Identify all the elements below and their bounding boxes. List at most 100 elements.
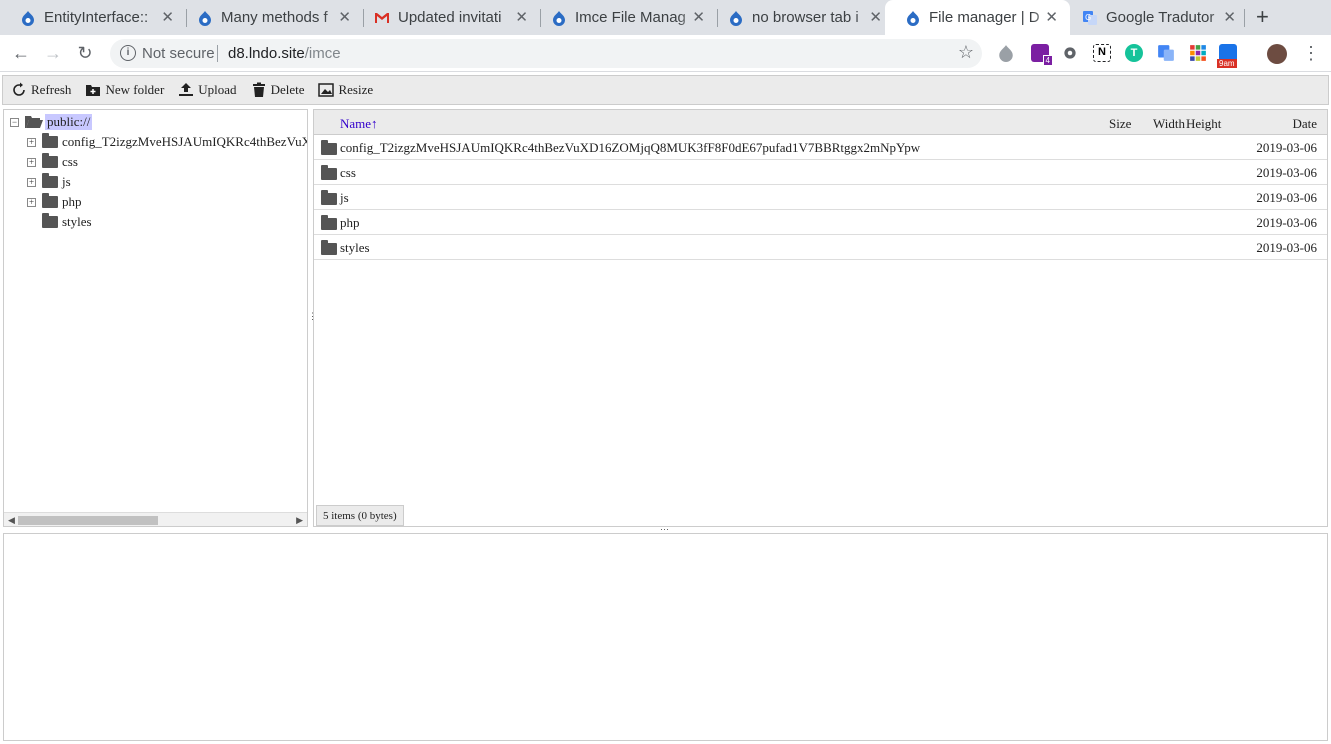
- google-translate-extension-icon[interactable]: [1157, 44, 1175, 62]
- column-header-size[interactable]: Size: [1109, 116, 1131, 132]
- extension-icon-purple[interactable]: 4: [1031, 44, 1053, 66]
- tree-item-css[interactable]: + css: [27, 153, 78, 171]
- folder-icon: [42, 173, 58, 188]
- file-row[interactable]: php 2019-03-06: [314, 210, 1327, 235]
- back-button[interactable]: ←: [8, 40, 34, 66]
- profile-avatar[interactable]: [1267, 44, 1287, 64]
- tree-root[interactable]: − public://: [10, 113, 93, 131]
- tab-google-tradutor[interactable]: G Google Tradutor ✕: [1062, 0, 1248, 35]
- file-date: 2019-03-06: [1256, 165, 1317, 180]
- drupal-extension-icon[interactable]: [997, 44, 1015, 62]
- calendar-extension-icon[interactable]: 9am: [1217, 44, 1237, 68]
- tab-title: no browser tab i: [752, 9, 859, 26]
- tab-entityinterface[interactable]: EntityInterface:: ✕: [0, 0, 186, 35]
- tab-imce-file-manager[interactable]: Imce File Manag ✕: [531, 0, 717, 35]
- expand-icon[interactable]: +: [27, 177, 36, 187]
- tree-item-label: config_T2izgzMveHSJAUmIQKRc4thBezVuXD16: [62, 134, 308, 149]
- tree-item-styles[interactable]: styles: [42, 213, 92, 231]
- tab-separator: [1244, 9, 1245, 27]
- tree-item-label: css: [62, 154, 78, 169]
- close-icon[interactable]: ✕: [161, 8, 174, 26]
- file-row[interactable]: js 2019-03-06: [314, 185, 1327, 210]
- folder-icon: [321, 165, 337, 180]
- menu-kebab-icon[interactable]: ⋮: [1298, 40, 1324, 66]
- tree-item-js[interactable]: + js: [27, 173, 71, 191]
- file-date: 2019-03-06: [1256, 215, 1317, 230]
- folder-icon: [321, 215, 337, 230]
- drupal-icon: [730, 10, 742, 26]
- drupal-icon: [907, 10, 919, 26]
- new-tab-button[interactable]: +: [1256, 4, 1269, 30]
- upload-button[interactable]: Upload: [178, 82, 237, 98]
- tab-updated-invitation[interactable]: Updated invitati ✕: [354, 0, 540, 35]
- folder-icon: [42, 193, 58, 208]
- expand-icon[interactable]: +: [27, 157, 36, 167]
- tab-title: Updated invitati: [398, 9, 502, 26]
- url-text[interactable]: d8.lndo.site/imce: [228, 45, 341, 62]
- close-icon[interactable]: ✕: [1045, 8, 1058, 26]
- new-folder-button[interactable]: New folder: [85, 82, 164, 98]
- tree-item-config[interactable]: + config_T2izgzMveHSJAUmIQKRc4thBezVuXD1…: [27, 133, 308, 151]
- refresh-icon: [13, 82, 25, 96]
- preview-pane: [3, 533, 1328, 741]
- apps-grid-extension-icon[interactable]: [1189, 44, 1207, 62]
- folder-icon: [321, 140, 337, 155]
- expand-icon[interactable]: +: [27, 197, 36, 207]
- tree-item-label: php: [62, 194, 82, 209]
- delete-button[interactable]: Delete: [251, 82, 304, 98]
- folder-icon: [42, 213, 58, 228]
- forward-button[interactable]: →: [40, 40, 66, 66]
- browser-toolbar: ← → ↻ i Not secure d8.lndo.site/imce ☆ 4…: [0, 35, 1331, 72]
- vertical-splitter[interactable]: ⋮: [308, 311, 317, 325]
- tab-strip: EntityInterface:: ✕ Many methods f ✕ Upd…: [0, 0, 1331, 35]
- file-name: css: [340, 165, 356, 180]
- drupal-icon: [199, 10, 211, 26]
- column-header-width[interactable]: Width: [1153, 116, 1185, 132]
- collapse-icon[interactable]: −: [10, 117, 19, 127]
- trash-icon: [252, 82, 265, 97]
- scrollbar-thumb[interactable]: [18, 516, 158, 525]
- tab-file-manager[interactable]: File manager | D ✕: [885, 0, 1070, 35]
- column-header-height[interactable]: Height: [1186, 116, 1221, 132]
- close-icon[interactable]: ✕: [338, 8, 351, 26]
- close-icon[interactable]: ✕: [869, 8, 882, 26]
- scroll-right-icon[interactable]: ▶: [296, 515, 303, 526]
- security-label[interactable]: Not secure: [142, 45, 215, 62]
- address-bar[interactable]: i Not secure d8.lndo.site/imce ☆: [110, 39, 982, 68]
- bookmark-star-icon[interactable]: ☆: [958, 42, 974, 63]
- reload-button[interactable]: ↻: [72, 40, 98, 66]
- close-icon[interactable]: ✕: [1223, 8, 1236, 26]
- grammarly-extension-icon[interactable]: T: [1125, 44, 1143, 62]
- file-row[interactable]: css 2019-03-06: [314, 160, 1327, 185]
- tab-many-methods[interactable]: Many methods f ✕: [177, 0, 363, 35]
- close-icon[interactable]: ✕: [515, 8, 528, 26]
- resize-button[interactable]: Resize: [318, 82, 373, 98]
- tab-title: Many methods f: [221, 9, 328, 26]
- google-translate-icon: G: [1083, 10, 1097, 25]
- refresh-label: Refresh: [31, 82, 72, 97]
- tree-horizontal-scrollbar[interactable]: ◀ ▶: [4, 512, 307, 526]
- tab-no-browser-tab[interactable]: no browser tab i ✕: [708, 0, 894, 35]
- file-row[interactable]: styles 2019-03-06: [314, 235, 1327, 260]
- expand-icon[interactable]: +: [27, 137, 36, 147]
- extension-badge: 4: [1042, 55, 1053, 66]
- svg-text:G: G: [1085, 13, 1091, 22]
- tab-title: File manager | D: [929, 9, 1040, 26]
- tree-item-php[interactable]: + php: [27, 193, 82, 211]
- url-path: /imce: [304, 45, 341, 62]
- folder-icon: [321, 240, 337, 255]
- file-list: Name↑ Size Width Height Date config_T2iz…: [313, 109, 1328, 527]
- folder-open-icon: [25, 116, 43, 128]
- file-date: 2019-03-06: [1256, 240, 1317, 255]
- info-icon[interactable]: i: [120, 45, 136, 61]
- refresh-button[interactable]: Refresh: [11, 82, 71, 98]
- column-header-name[interactable]: Name↑: [340, 116, 378, 132]
- gear-extension-icon[interactable]: [1061, 44, 1079, 62]
- scroll-left-icon[interactable]: ◀: [8, 515, 15, 526]
- file-row[interactable]: config_T2izgzMveHSJAUmIQKRc4thBezVuXD16Z…: [314, 135, 1327, 160]
- file-name: php: [340, 215, 360, 230]
- close-icon[interactable]: ✕: [692, 8, 705, 26]
- calendar-badge: 9am: [1217, 59, 1237, 68]
- column-header-date[interactable]: Date: [1292, 116, 1317, 132]
- notion-extension-icon[interactable]: N: [1093, 44, 1111, 62]
